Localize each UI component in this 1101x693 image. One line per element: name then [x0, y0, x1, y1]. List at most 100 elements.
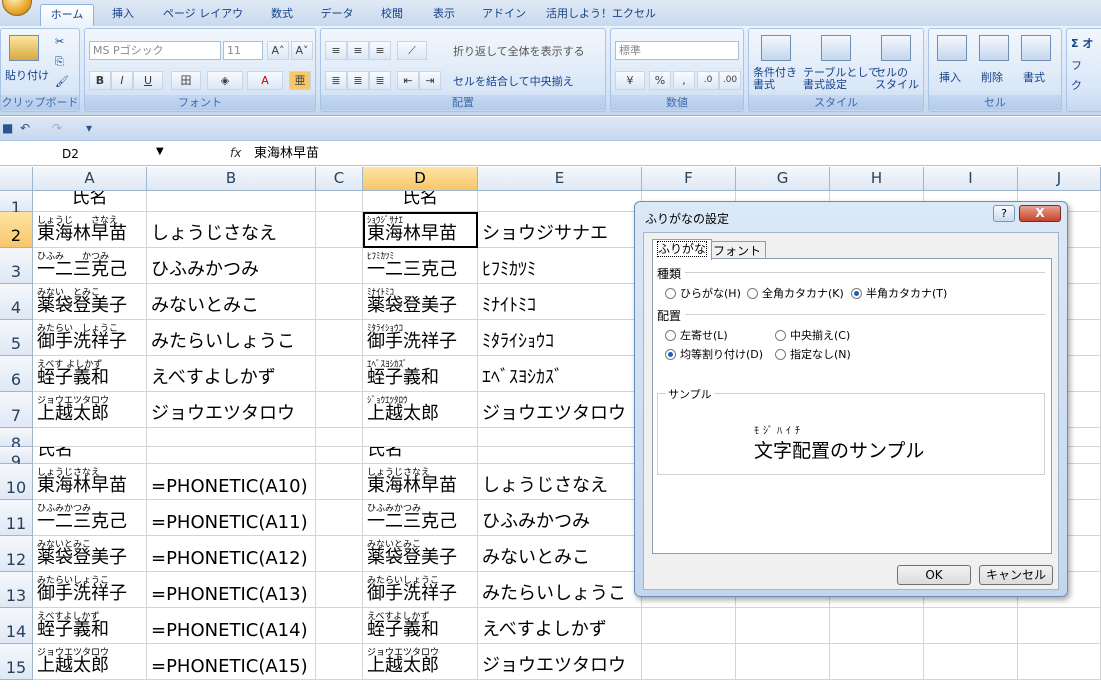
- cancel-button[interactable]: キャンセル: [979, 565, 1053, 585]
- shrink-font-icon[interactable]: A˅: [291, 41, 313, 60]
- fill-color-icon[interactable]: ◈: [207, 71, 243, 90]
- row-header-1[interactable]: 1: [0, 191, 33, 217]
- tab-excel-tips[interactable]: 活用しよう！エクセル: [546, 4, 656, 26]
- formula-input[interactable]: 東海林早苗: [254, 145, 319, 163]
- tab-home[interactable]: ホーム: [40, 4, 94, 26]
- redo-icon[interactable]: ↷: [52, 121, 62, 135]
- cell-a6[interactable]: えべす よしかず 蛭子義和: [33, 356, 147, 392]
- bold-button[interactable]: B: [89, 71, 111, 90]
- row-header-13[interactable]: 13: [0, 572, 33, 608]
- row-header-12[interactable]: 12: [0, 536, 33, 572]
- customize-qat-icon[interactable]: ▾: [86, 121, 92, 135]
- fill-button[interactable]: フ: [1071, 57, 1082, 73]
- cell-b14[interactable]: =PHONETIC(A14): [147, 608, 316, 644]
- tab-insert[interactable]: 挿入: [104, 4, 142, 26]
- cell-h14[interactable]: [830, 608, 924, 644]
- cell-a12[interactable]: みないとみこ 薬袋登美子: [33, 536, 147, 572]
- cell-c8[interactable]: [316, 428, 363, 447]
- align-middle-icon[interactable]: ≡: [347, 41, 369, 60]
- column-header-g[interactable]: G: [736, 167, 830, 191]
- cell-d13[interactable]: みたらいしょうこ 御手洗祥子: [363, 572, 478, 608]
- cell-d15[interactable]: ジョウエツタロウ 上越太郎: [363, 644, 478, 680]
- cell-b8[interactable]: [147, 428, 316, 447]
- name-box-dropdown-icon[interactable]: ▼: [156, 146, 164, 157]
- clear-button[interactable]: ク: [1071, 77, 1082, 93]
- cell-a5[interactable]: みたらい しょうこ 御手洗祥子: [33, 320, 147, 356]
- cell-a15[interactable]: ジョウエツタロウ 上越太郎: [33, 644, 147, 680]
- comma-button[interactable]: ,: [673, 71, 695, 90]
- wrap-text-button[interactable]: 折り返して全体を表示する: [453, 43, 585, 59]
- cell-e4[interactable]: ﾐﾅｲﾄﾐｺ: [478, 284, 642, 320]
- format-painter-icon[interactable]: 🖌: [55, 75, 69, 88]
- radio-hiragana[interactable]: ひらがな(H): [665, 285, 741, 301]
- cell-d1[interactable]: 氏名: [363, 191, 478, 212]
- cell-b1[interactable]: [147, 191, 316, 212]
- cell-b9[interactable]: [147, 447, 316, 464]
- cell-a8[interactable]: [33, 428, 147, 447]
- format-table-button[interactable]: テーブルとして 書式設定: [803, 67, 879, 91]
- radio-align-distributed[interactable]: 均等割り付け(D): [665, 346, 763, 362]
- percent-button[interactable]: %: [649, 71, 671, 90]
- help-icon[interactable]: ?: [993, 205, 1015, 222]
- cell-e8[interactable]: [478, 428, 642, 447]
- cell-e13[interactable]: みたらいしょうこ: [478, 572, 642, 608]
- cell-d2[interactable]: ｼｮｳｼﾞｻﾅｴ 東海林早苗: [363, 212, 478, 248]
- cell-d7[interactable]: ｼﾞｮｳｴﾂﾀﾛｳ 上越太郎: [363, 392, 478, 428]
- cell-b2[interactable]: しょうじさなえ: [147, 212, 316, 248]
- column-header-c[interactable]: C: [316, 167, 363, 191]
- cell-d8[interactable]: [363, 428, 478, 447]
- row-header-15[interactable]: 15: [0, 644, 33, 680]
- radio-align-center[interactable]: 中央揃え(C): [775, 327, 850, 343]
- cell-h15[interactable]: [830, 644, 924, 680]
- cell-c9[interactable]: [316, 447, 363, 464]
- cut-icon[interactable]: ✂: [55, 35, 64, 48]
- cell-c4[interactable]: [316, 284, 363, 320]
- ok-button[interactable]: OK: [897, 565, 971, 585]
- cell-j14[interactable]: [1018, 608, 1101, 644]
- merge-center-button[interactable]: セルを結合して中央揃え: [453, 73, 574, 89]
- decrease-decimal-icon[interactable]: .00: [719, 71, 741, 90]
- cell-d4[interactable]: ﾐﾅｲﾄﾐｺ 薬袋登美子: [363, 284, 478, 320]
- row-header-14[interactable]: 14: [0, 608, 33, 644]
- align-left-icon[interactable]: ≣: [325, 71, 347, 90]
- align-center-icon[interactable]: ≣: [347, 71, 369, 90]
- name-box[interactable]: D2: [0, 145, 170, 163]
- office-button[interactable]: [2, 0, 32, 16]
- insert-function-icon[interactable]: fx: [230, 146, 241, 160]
- tab-data[interactable]: データ: [314, 4, 360, 26]
- tab-review[interactable]: 校閲: [372, 4, 412, 26]
- row-header-2[interactable]: 2: [0, 212, 33, 248]
- column-header-i[interactable]: I: [924, 167, 1018, 191]
- cell-d10[interactable]: しょうじさなえ 東海林早苗: [363, 464, 478, 500]
- cell-e14[interactable]: えべすよしかず: [478, 608, 642, 644]
- cell-e6[interactable]: ｴﾍﾞｽﾖｼｶｽﾞ: [478, 356, 642, 392]
- row-header-7[interactable]: 7: [0, 392, 33, 428]
- cell-b15[interactable]: =PHONETIC(A15): [147, 644, 316, 680]
- increase-indent-icon[interactable]: ⇥: [419, 71, 441, 90]
- radio-align-none[interactable]: 指定なし(N): [775, 346, 851, 362]
- column-header-f[interactable]: F: [642, 167, 736, 191]
- cell-e10[interactable]: しょうじさなえ: [478, 464, 642, 500]
- cell-c7[interactable]: [316, 392, 363, 428]
- radio-hankaku-katakana[interactable]: 半角カタカナ(T): [851, 285, 947, 301]
- cell-a11[interactable]: ひふみかつみ 一二三克己: [33, 500, 147, 536]
- column-header-d[interactable]: D: [363, 167, 478, 191]
- cell-c5[interactable]: [316, 320, 363, 356]
- cell-e2[interactable]: ショウジサナエ: [478, 212, 642, 248]
- cell-c6[interactable]: [316, 356, 363, 392]
- cell-e7[interactable]: ジョウエツタロウ: [478, 392, 642, 428]
- cell-c15[interactable]: [316, 644, 363, 680]
- cell-a4[interactable]: みない とみこ 薬袋登美子: [33, 284, 147, 320]
- align-top-icon[interactable]: ≡: [325, 41, 347, 60]
- cell-a13[interactable]: みたらいしょうこ 御手洗祥子: [33, 572, 147, 608]
- cell-i14[interactable]: [924, 608, 1018, 644]
- cell-styles-button[interactable]: セルの スタイル: [875, 67, 919, 91]
- cell-f14[interactable]: [642, 608, 736, 644]
- align-right-icon[interactable]: ≣: [369, 71, 391, 90]
- cell-d12[interactable]: みないとみこ 薬袋登美子: [363, 536, 478, 572]
- row-header-10[interactable]: 10: [0, 464, 33, 500]
- cell-g14[interactable]: [736, 608, 830, 644]
- phonetic-icon[interactable]: 亜: [289, 71, 311, 90]
- align-bottom-icon[interactable]: ≡: [369, 41, 391, 60]
- cell-e11[interactable]: ひふみかつみ: [478, 500, 642, 536]
